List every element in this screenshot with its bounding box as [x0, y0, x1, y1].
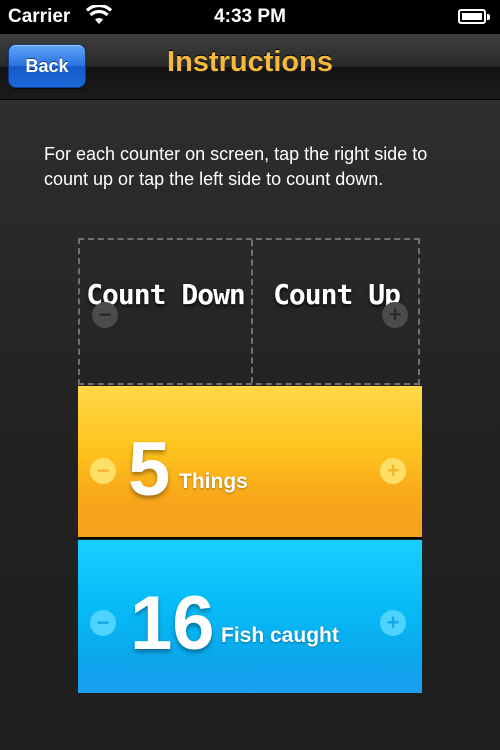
instruction-text: For each counter on screen, tap the righ…: [44, 144, 428, 189]
minus-circle-icon: −: [92, 302, 118, 328]
minus-circle-icon[interactable]: −: [90, 610, 116, 636]
counter-name: Things: [179, 470, 248, 493]
counter-value: 5: [128, 427, 171, 512]
clock: 4:33 PM: [214, 6, 286, 27]
minus-circle-icon[interactable]: −: [90, 458, 116, 484]
counter-fish-caught[interactable]: − 16 Fish caught +: [78, 540, 422, 693]
plus-circle-icon: +: [382, 302, 408, 328]
counter-name: Fish caught: [221, 624, 339, 647]
plus-circle-icon[interactable]: +: [380, 458, 406, 484]
plus-circle-icon[interactable]: +: [380, 610, 406, 636]
navigation-bar: Back Instructions: [0, 34, 500, 100]
battery-icon: [458, 9, 490, 24]
page-title: Instructions: [167, 46, 333, 78]
status-bar: Carrier 4:33 PM: [0, 0, 500, 34]
tap-zones-demo: Count Down Count Up − +: [78, 238, 420, 385]
counter-things[interactable]: − 5 Things +: [78, 386, 422, 539]
counter-value: 16: [130, 581, 215, 666]
